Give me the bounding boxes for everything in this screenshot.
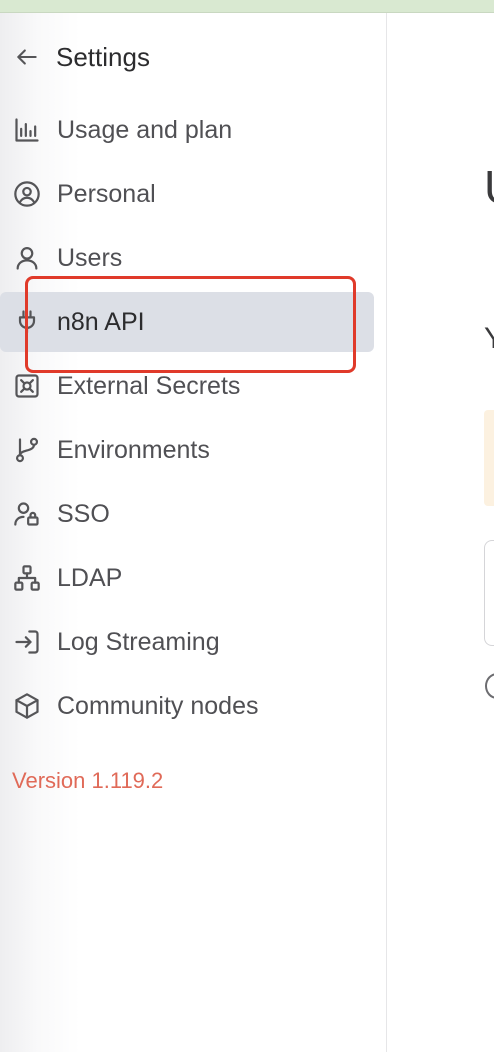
sidebar-item-label: Personal bbox=[57, 179, 156, 208]
arrow-left-icon[interactable] bbox=[14, 44, 40, 70]
sidebar-item-sso[interactable]: SSO bbox=[0, 484, 374, 544]
sign-in-icon bbox=[12, 627, 42, 657]
sidebar-item-users[interactable]: Users bbox=[0, 228, 374, 288]
sidebar-item-ldap[interactable]: LDAP bbox=[0, 548, 374, 608]
sidebar-item-label: SSO bbox=[57, 499, 110, 528]
sidebar-item-label: Users bbox=[57, 243, 123, 272]
settings-title: Settings bbox=[56, 41, 150, 72]
vault-icon bbox=[12, 371, 42, 401]
git-branch-icon bbox=[12, 435, 42, 465]
warning-callout bbox=[484, 410, 494, 506]
plug-icon bbox=[12, 307, 42, 337]
sidebar-item-log-streaming[interactable]: Log Streaming bbox=[0, 612, 374, 672]
sidebar-item-personal[interactable]: Personal bbox=[0, 164, 374, 224]
api-key-card[interactable] bbox=[484, 540, 494, 646]
version-label: Version 1.119.2 bbox=[12, 768, 164, 793]
sidebar-item-label: Usage and plan bbox=[57, 115, 233, 144]
window-top-bar bbox=[0, 0, 494, 13]
cube-icon bbox=[12, 691, 42, 721]
chart-bar-icon bbox=[12, 115, 42, 145]
sidebar-item-external-secrets[interactable]: External Secrets bbox=[0, 356, 374, 416]
sidebar-item-environments[interactable]: Environments bbox=[0, 420, 374, 480]
main-content bbox=[387, 13, 494, 1052]
sidebar-item-label: External Secrets bbox=[57, 371, 241, 400]
sidebar-item-label: n8n API bbox=[57, 307, 145, 336]
sidebar-item-label: LDAP bbox=[57, 563, 123, 592]
settings-back-header[interactable]: Settings bbox=[14, 42, 150, 72]
sidebar-item-n8n-api[interactable]: n8n API bbox=[0, 292, 374, 352]
sidebar-item-usage-and-plan[interactable]: Usage and plan bbox=[0, 100, 374, 160]
page-heading-fragment: U bbox=[484, 160, 494, 214]
user-lock-icon bbox=[12, 499, 42, 529]
sidebar-item-label: Community nodes bbox=[57, 691, 259, 720]
user-icon bbox=[12, 243, 42, 273]
sidebar-item-label: Environments bbox=[57, 435, 210, 464]
section-heading-fragment: Y bbox=[484, 322, 494, 356]
network-icon bbox=[12, 563, 42, 593]
sidebar-item-label: Log Streaming bbox=[57, 627, 220, 656]
user-circle-icon bbox=[12, 179, 42, 209]
sidebar-item-community-nodes[interactable]: Community nodes bbox=[0, 676, 374, 736]
